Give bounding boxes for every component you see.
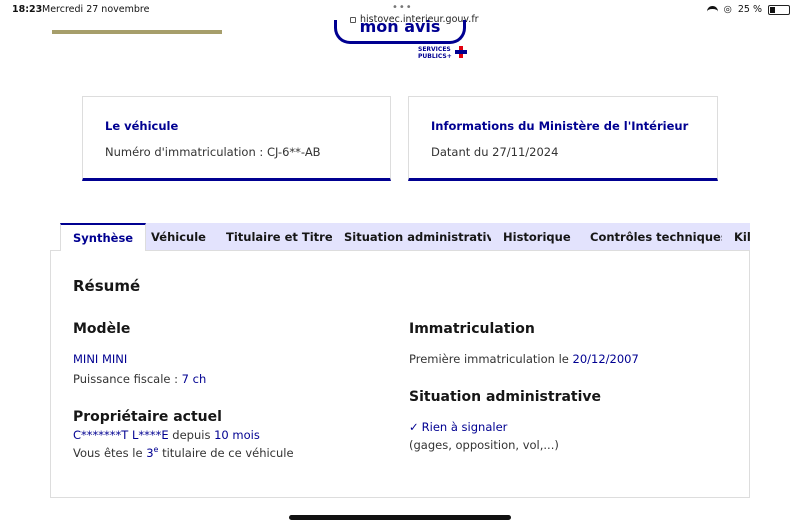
- vehicle-card-plate: Numéro d'immatriculation : CJ-6**-AB: [105, 145, 321, 159]
- owner-rank: Vous êtes le 3e titulaire de ce véhicule: [73, 445, 294, 460]
- synthese-panel: Résumé Modèle MINI MINI Puissance fiscal…: [50, 250, 750, 498]
- first-registration-date: 20/12/2007: [572, 352, 639, 366]
- owner-rank-number: 3e: [146, 445, 159, 460]
- owner-since-value: 10 mois: [214, 428, 260, 442]
- owner-since-label: depuis: [172, 428, 211, 442]
- summary-title: Résumé: [73, 277, 141, 295]
- header-accent-bar: [52, 30, 222, 34]
- tab-situation-administrative[interactable]: Situation administrative: [332, 223, 514, 251]
- first-registration-label: Première immatriculation le: [409, 352, 569, 366]
- battery-percent: 25 %: [737, 4, 762, 15]
- admin-details: (gages, opposition, vol,...): [409, 438, 559, 452]
- admin-situation-heading: Situation administrative: [409, 389, 602, 405]
- wifi-icon: [706, 5, 718, 14]
- mon-avis-button[interactable]: mon avis: [334, 20, 466, 44]
- owner-rank-prefix: Vous êtes le: [73, 445, 143, 460]
- admin-status-text: Rien à signaler: [421, 420, 508, 434]
- battery-icon: [768, 4, 790, 15]
- tab-vehicule[interactable]: Véhicule: [139, 223, 218, 251]
- sp-logo-line1: SERVICES: [418, 46, 451, 53]
- tab-historique[interactable]: Historique: [491, 223, 583, 251]
- tab-bar: Synthèse Véhicule Titulaire et Titre Sit…: [60, 223, 750, 251]
- services-publics-cross-icon: [455, 46, 467, 58]
- owner-rank-digit: 3: [146, 445, 154, 460]
- services-publics-logo: SERVICES PUBLICS+: [418, 46, 452, 60]
- owner-name: C*******T L****E: [73, 428, 169, 442]
- fiscal-power-value: 7 ch: [181, 372, 207, 386]
- tab-controles-techniques[interactable]: Contrôles techniques: [578, 223, 740, 251]
- owner-heading: Propriétaire actuel: [73, 409, 222, 425]
- fiscal-power: Puissance fiscale : 7 ch: [73, 372, 206, 386]
- mon-avis-label: mon avis: [359, 20, 441, 36]
- orientation-lock-icon: ◎: [723, 4, 732, 15]
- status-indicators: ◎ 25 %: [706, 4, 790, 15]
- multitask-dots-icon[interactable]: •••: [392, 2, 413, 13]
- first-registration: Première immatriculation le 20/12/2007: [409, 352, 639, 366]
- sp-logo-line2: PUBLICS+: [418, 53, 452, 60]
- admin-status: ✓ Rien à signaler: [409, 420, 507, 434]
- home-indicator[interactable]: [289, 515, 511, 520]
- tab-titulaire-titre[interactable]: Titulaire et Titre: [214, 223, 345, 251]
- model-heading: Modèle: [73, 321, 131, 337]
- owner-rank-suffix: titulaire de ce véhicule: [162, 445, 294, 460]
- owner-line: C*******T L****E depuis 10 mois: [73, 428, 260, 442]
- ministry-card-date: Datant du 27/11/2024: [431, 145, 559, 159]
- ministry-card: Informations du Ministère de l'Intérieur…: [408, 96, 718, 181]
- vehicle-card: Le véhicule Numéro d'immatriculation : C…: [82, 96, 391, 181]
- check-icon: ✓: [409, 420, 419, 434]
- model-name: MINI MINI: [73, 352, 128, 366]
- vehicle-card-title: Le véhicule: [105, 119, 179, 133]
- status-time: 18:23: [12, 4, 43, 15]
- owner-rank-sup: e: [153, 445, 159, 454]
- tab-kilometrage[interactable]: Kil: [722, 223, 750, 251]
- tab-synthese[interactable]: Synthèse: [60, 223, 147, 251]
- fiscal-power-label: Puissance fiscale :: [73, 372, 178, 386]
- ministry-card-title: Informations du Ministère de l'Intérieur: [431, 119, 689, 133]
- status-date: Mercredi 27 novembre: [42, 4, 150, 15]
- registration-heading: Immatriculation: [409, 321, 535, 337]
